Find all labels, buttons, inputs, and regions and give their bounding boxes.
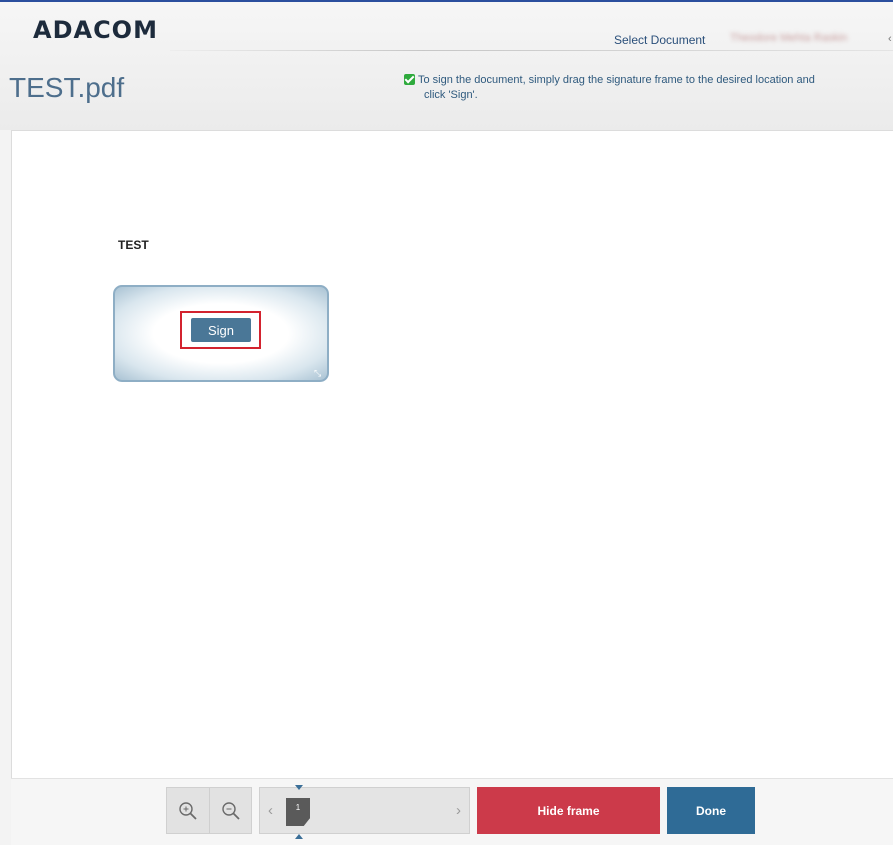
user-name-blurred[interactable]: Theodore Mehta Raskin <box>730 32 890 46</box>
previous-page-icon[interactable]: ‹ <box>268 802 273 819</box>
zoom-in-icon <box>179 802 197 820</box>
resize-handle-icon[interactable]: ⤡ <box>314 369 323 378</box>
sign-button[interactable]: Sign <box>191 318 251 342</box>
select-document-link[interactable]: Select Document <box>614 33 705 47</box>
header: ADACOM Select Document Theodore Mehta Ra… <box>0 2 893 130</box>
notice-line-1: To sign the document, simply drag the si… <box>418 74 815 86</box>
page-navigator: ‹ 1 › <box>259 787 470 834</box>
notice-line-2: click 'Sign'. <box>424 89 478 101</box>
done-button[interactable]: Done <box>667 787 755 834</box>
zoom-controls <box>166 787 252 834</box>
page-thumbnail[interactable]: 1 <box>286 798 310 826</box>
adacom-logo: ADACOM <box>33 16 158 44</box>
next-page-icon[interactable]: › <box>456 802 461 819</box>
header-divider <box>170 50 893 51</box>
page-marker-bottom-icon <box>295 834 303 839</box>
hide-frame-button[interactable]: Hide frame <box>477 787 660 834</box>
zoom-in-button[interactable] <box>167 788 210 833</box>
user-menu-caret-icon[interactable]: ‹ <box>888 33 892 45</box>
document-title: TEST.pdf <box>9 72 125 103</box>
zoom-out-icon <box>222 802 240 820</box>
pdf-page <box>11 130 893 779</box>
page-marker-top-icon <box>295 785 303 790</box>
zoom-out-button[interactable] <box>210 788 252 833</box>
document-body-text: TEST <box>118 238 149 252</box>
check-icon <box>404 74 415 85</box>
instruction-notice: To sign the document, simply drag the si… <box>404 73 890 103</box>
